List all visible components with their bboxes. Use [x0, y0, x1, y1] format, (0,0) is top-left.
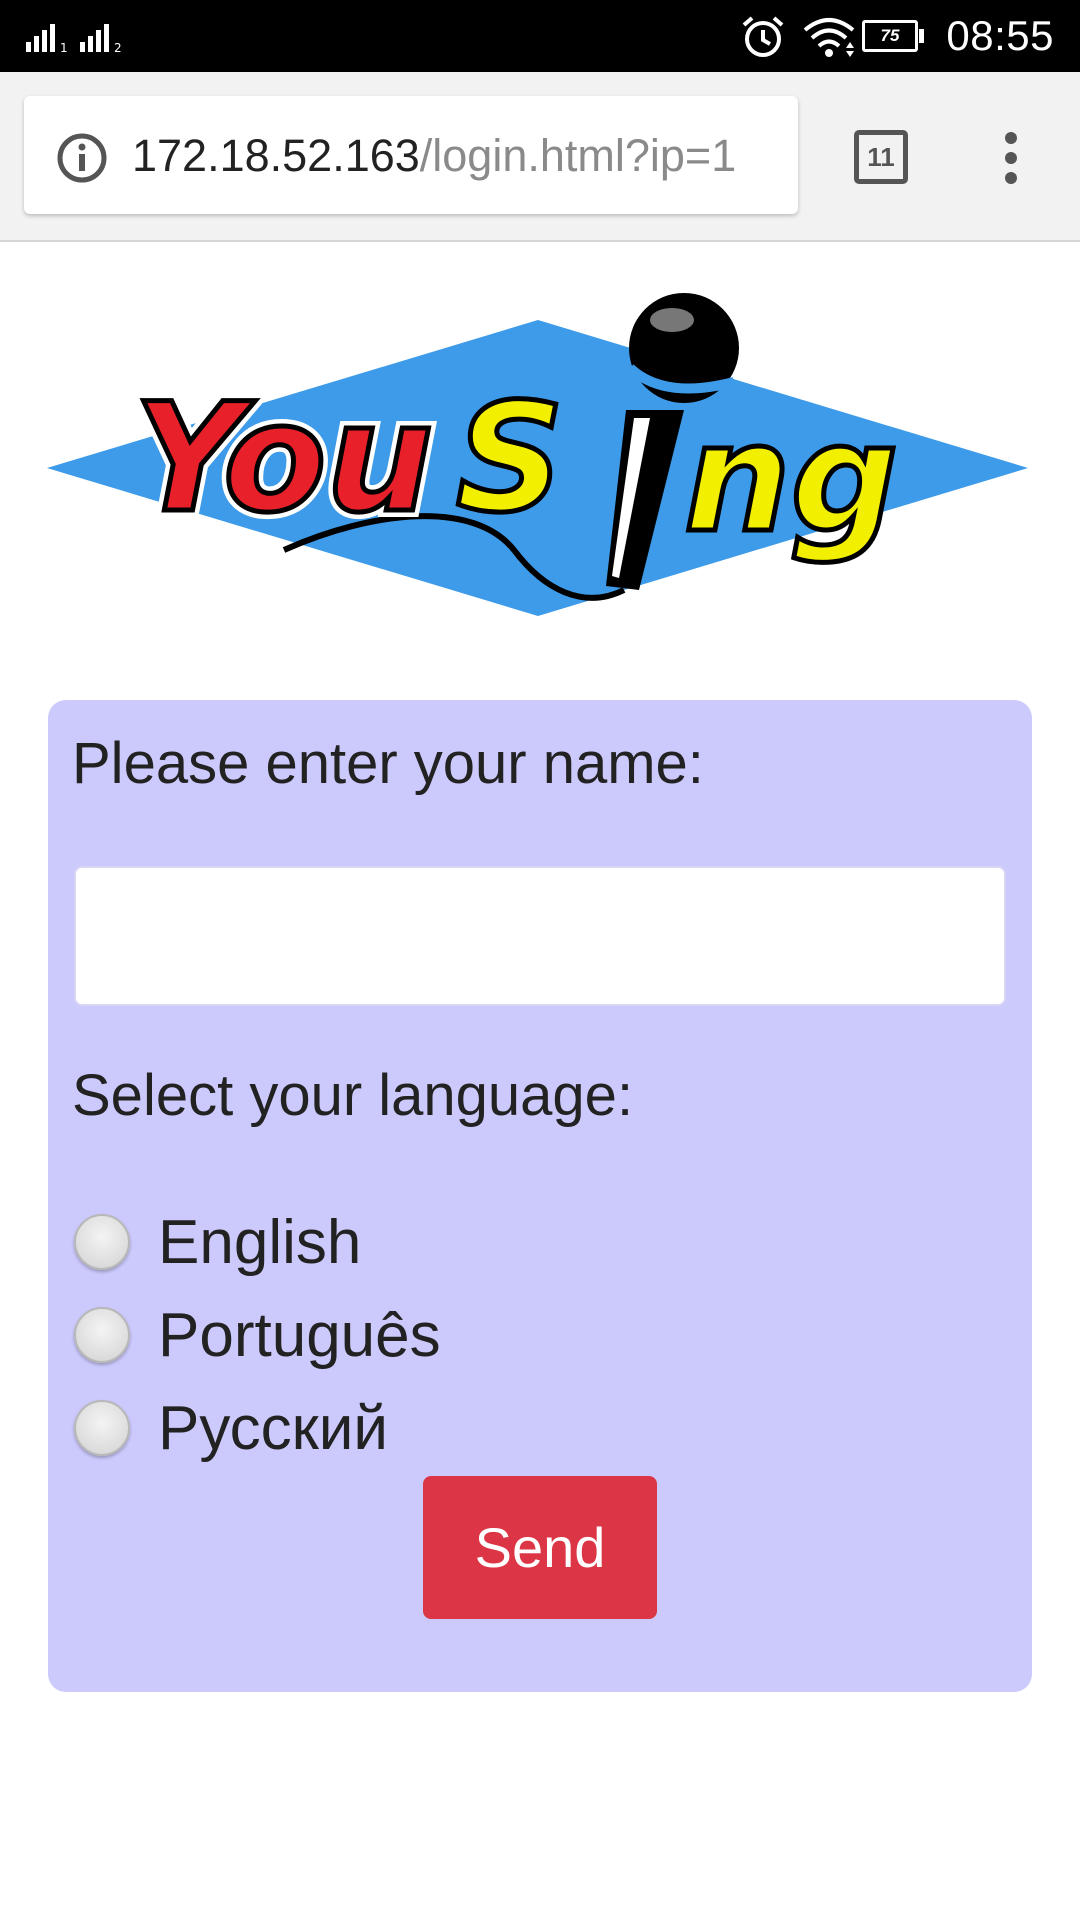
language-option-russian[interactable]: Русский — [74, 1388, 388, 1468]
svg-text:1: 1 — [60, 41, 68, 54]
svg-text:2: 2 — [114, 41, 122, 54]
language-option-label[interactable]: English — [158, 1207, 361, 1278]
browser-toolbar: 172.18.52.163/login.html?ip=1 11 — [0, 72, 1080, 242]
login-form: Please enter your name: Select your lang… — [48, 700, 1032, 1692]
send-button[interactable]: Send — [423, 1476, 657, 1619]
language-option-english[interactable]: English — [74, 1202, 361, 1282]
url-host: 172.18.52.163 — [132, 130, 420, 181]
language-option-label[interactable]: Русский — [158, 1393, 388, 1464]
name-label: Please enter your name: — [72, 731, 704, 796]
wifi-icon — [803, 18, 855, 57]
url-text[interactable]: 172.18.52.163/login.html?ip=1 — [132, 128, 736, 184]
logo-text-s: S — [456, 372, 564, 546]
language-label: Select your language: — [72, 1063, 634, 1128]
status-bar: 1 2 75 08:55 — [0, 0, 1080, 72]
logo-text-ng: ng — [684, 392, 898, 566]
signal-icon: 2 — [80, 24, 122, 54]
info-icon[interactable] — [56, 132, 108, 184]
battery-icon: 75 — [862, 20, 924, 52]
status-time: 08:55 — [946, 12, 1054, 59]
address-bar[interactable]: 172.18.52.163/login.html?ip=1 — [24, 96, 798, 214]
radio-button[interactable] — [74, 1400, 130, 1456]
language-option-label[interactable]: Português — [158, 1300, 441, 1371]
name-input[interactable] — [74, 866, 1006, 1006]
alarm-icon — [742, 16, 784, 57]
language-option-portuguese[interactable]: Português — [74, 1295, 441, 1375]
overflow-menu-icon[interactable] — [996, 128, 1026, 188]
url-path: /login.html?ip=1 — [419, 130, 737, 181]
yousing-logo: You You S ng — [47, 293, 1028, 616]
signal-icon: 1 — [26, 24, 68, 54]
radio-button[interactable] — [74, 1307, 130, 1363]
tabs-icon[interactable]: 11 — [854, 130, 908, 184]
logo-text-you-outline: You — [134, 372, 433, 546]
battery-level: 75 — [862, 20, 918, 52]
radio-button[interactable] — [74, 1214, 130, 1270]
